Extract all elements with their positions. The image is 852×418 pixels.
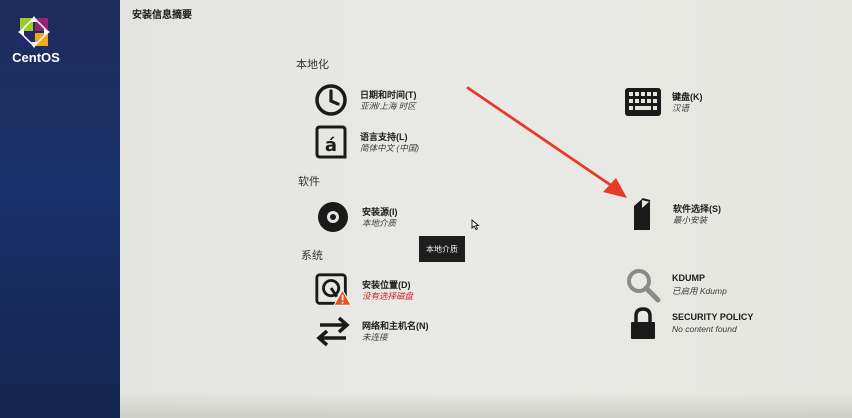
package-icon xyxy=(625,196,663,232)
svg-text:á: á xyxy=(325,135,337,156)
spoke-kdump-status: 已启用 Kdump xyxy=(672,286,727,296)
tooltip: 本地介质 xyxy=(419,236,465,262)
harddisk-icon xyxy=(314,272,352,308)
spoke-keyboard-status: 汉语 xyxy=(672,103,690,113)
spoke-security-policy[interactable]: SECURITY POLICY No content found xyxy=(624,306,784,340)
section-system: 系统 xyxy=(301,250,323,262)
spoke-datetime-status: 亚洲/上海 时区 xyxy=(360,101,416,111)
spoke-network-hostname[interactable]: 网络和主机名(N) 未连接 xyxy=(314,313,474,347)
spoke-security-policy-label: SECURITY POLICY xyxy=(672,312,754,322)
language-icon: á xyxy=(312,124,350,160)
keyboard-icon xyxy=(624,84,662,120)
spoke-datetime[interactable]: 日期和时间(T) 亚洲/上海 时区 xyxy=(312,82,472,116)
centos-logo-icon xyxy=(18,16,50,48)
spoke-security-policy-status: No content found xyxy=(672,324,737,334)
page-title: 安装信息摘要 xyxy=(132,10,192,21)
clock-icon xyxy=(312,82,350,118)
spoke-software-selection[interactable]: 软件选择(S) 最小安装 xyxy=(625,196,765,230)
spoke-software-selection-status: 最小安装 xyxy=(673,215,708,225)
spoke-installation-destination-status: 没有选择磁盘 xyxy=(362,291,414,301)
magnifier-icon xyxy=(624,267,662,303)
bottom-shadow xyxy=(120,392,852,418)
sidebar: CentOS xyxy=(0,0,134,418)
lock-icon xyxy=(624,306,662,342)
network-arrows-icon xyxy=(314,313,352,349)
brand-name: CentOS xyxy=(12,50,60,65)
spoke-network-hostname-status: 未连接 xyxy=(362,332,388,342)
spoke-installation-source-status: 本地介质 xyxy=(362,218,397,228)
spoke-kdump[interactable]: KDUMP 已启用 Kdump xyxy=(624,267,764,303)
section-software: 软件 xyxy=(298,176,320,188)
mouse-cursor-icon xyxy=(471,219,480,230)
spoke-keyboard[interactable]: 键盘(K) 汉语 xyxy=(624,84,764,118)
section-localization: 本地化 xyxy=(296,59,329,71)
spoke-language-status: 简体中文 (中国) xyxy=(360,143,420,153)
spoke-installation-source[interactable]: 安装源(I) 本地介质 xyxy=(314,199,474,233)
spoke-language[interactable]: á 语言支持(L) 简体中文 (中国) xyxy=(312,124,472,160)
disc-icon xyxy=(314,199,352,235)
spoke-kdump-label: KDUMP xyxy=(672,273,705,283)
spoke-installation-destination[interactable]: 安装位置(D) 没有选择磁盘 xyxy=(314,272,474,306)
